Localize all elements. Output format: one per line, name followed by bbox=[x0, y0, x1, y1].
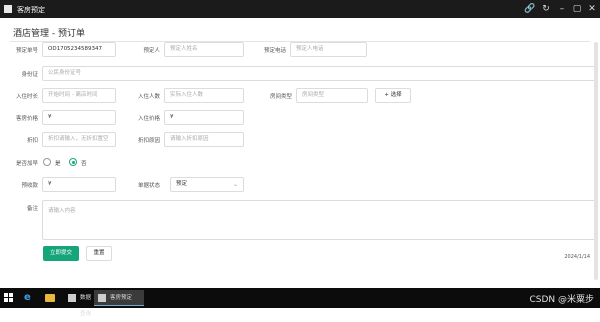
remark-textarea[interactable]: 请输入内容 bbox=[42, 200, 598, 240]
close-button[interactable]: ✕ bbox=[586, 3, 598, 15]
booker-input[interactable]: 预定人姓名 bbox=[164, 42, 244, 57]
id-card-input[interactable]: 公民身份证号 bbox=[42, 66, 598, 81]
discount-input[interactable]: 折扣请输入，无折扣置空 bbox=[42, 132, 116, 147]
maximize-button[interactable]: ▢ bbox=[571, 3, 583, 15]
taskbar-app-booking[interactable]: 客房预定 bbox=[94, 290, 144, 306]
link-icon[interactable]: 🔗 bbox=[524, 3, 536, 15]
app-window-icon bbox=[68, 294, 76, 302]
remark-label: 备注 bbox=[26, 206, 38, 212]
reset-button[interactable]: 重置 bbox=[86, 246, 112, 261]
select-room-button[interactable]: + 选择 bbox=[375, 88, 411, 103]
submit-button[interactable]: 立即提交 bbox=[43, 246, 79, 261]
breakfast-no-label: 否 bbox=[81, 161, 87, 167]
room-type-input[interactable]: 房间类型 bbox=[296, 88, 368, 103]
guests-input[interactable]: 实际入住人数 bbox=[164, 88, 244, 103]
app-icon bbox=[4, 5, 12, 13]
price-label: 客房价格 bbox=[15, 116, 38, 122]
breakfast-no-radio[interactable] bbox=[69, 158, 77, 166]
checkin-time-label: 入住时长 bbox=[15, 94, 38, 100]
taskbar-app-label: 数据查询 bbox=[80, 295, 92, 317]
booking-no-label: 预定单号 bbox=[15, 48, 38, 54]
discount-reason-input[interactable]: 请输入折扣原因 bbox=[164, 132, 244, 147]
deposit-label: 预收款 bbox=[21, 183, 38, 189]
discount-label: 折扣 bbox=[26, 138, 38, 144]
taskbar-app-query[interactable]: 数据查询 bbox=[64, 290, 94, 317]
deposit-input[interactable]: ¥ bbox=[42, 177, 116, 192]
chevron-down-icon: ⌄ bbox=[232, 181, 238, 188]
status-label: 单据状态 bbox=[137, 183, 160, 189]
booker-phone-input[interactable]: 预定人电话 bbox=[290, 42, 367, 57]
checkin-price-input[interactable]: ¥ bbox=[164, 110, 244, 125]
app-window-icon bbox=[98, 294, 106, 302]
status-select[interactable]: 预定 ⌄ bbox=[170, 177, 244, 192]
guests-label: 入住人数 bbox=[137, 94, 160, 100]
checkin-price-label: 入住价格 bbox=[137, 116, 160, 122]
breakfast-yes-label: 是 bbox=[55, 161, 61, 167]
booking-no-input[interactable]: OD1705234589347 bbox=[42, 42, 116, 57]
discount-reason-label: 折扣原因 bbox=[137, 138, 160, 144]
clock-date: 2024/1/14 bbox=[564, 254, 590, 260]
breakfast-yes-radio[interactable] bbox=[43, 158, 51, 166]
checkin-time-input[interactable]: 开始时间 - 离店时间 bbox=[42, 88, 116, 103]
price-input[interactable]: ¥ bbox=[42, 110, 116, 125]
taskbar: e 数据查询 客房预定 bbox=[0, 288, 600, 317]
room-type-label: 房间类型 bbox=[269, 94, 292, 100]
status-value: 预定 bbox=[176, 181, 188, 187]
refresh-icon[interactable]: ↻ bbox=[540, 3, 552, 15]
breakfast-label: 是否加早 bbox=[15, 161, 38, 167]
page-title: 酒店管理 - 预订单 bbox=[13, 29, 85, 39]
taskbar-app-label: 客房预定 bbox=[110, 295, 133, 301]
window-titlebar: 客房预定 🔗 ↻ – ▢ ✕ bbox=[0, 0, 600, 18]
booker-phone-label: 预定电话 bbox=[263, 48, 286, 54]
id-card-label: 身份证 bbox=[21, 72, 38, 78]
watermark: CSDN @米粟步 bbox=[529, 295, 594, 305]
minimize-button[interactable]: – bbox=[556, 3, 568, 15]
folder-icon[interactable] bbox=[45, 294, 55, 302]
browser-icon[interactable]: e bbox=[24, 292, 31, 304]
window-title: 客房预定 bbox=[17, 6, 45, 14]
booker-label: 预定人 bbox=[143, 48, 160, 54]
windows-start-icon[interactable] bbox=[4, 293, 14, 303]
vertical-scrollbar[interactable] bbox=[594, 42, 598, 280]
main-content: 酒店管理 - 预订单 预定单号 OD1705234589347 预定人 预定人姓… bbox=[0, 18, 600, 288]
